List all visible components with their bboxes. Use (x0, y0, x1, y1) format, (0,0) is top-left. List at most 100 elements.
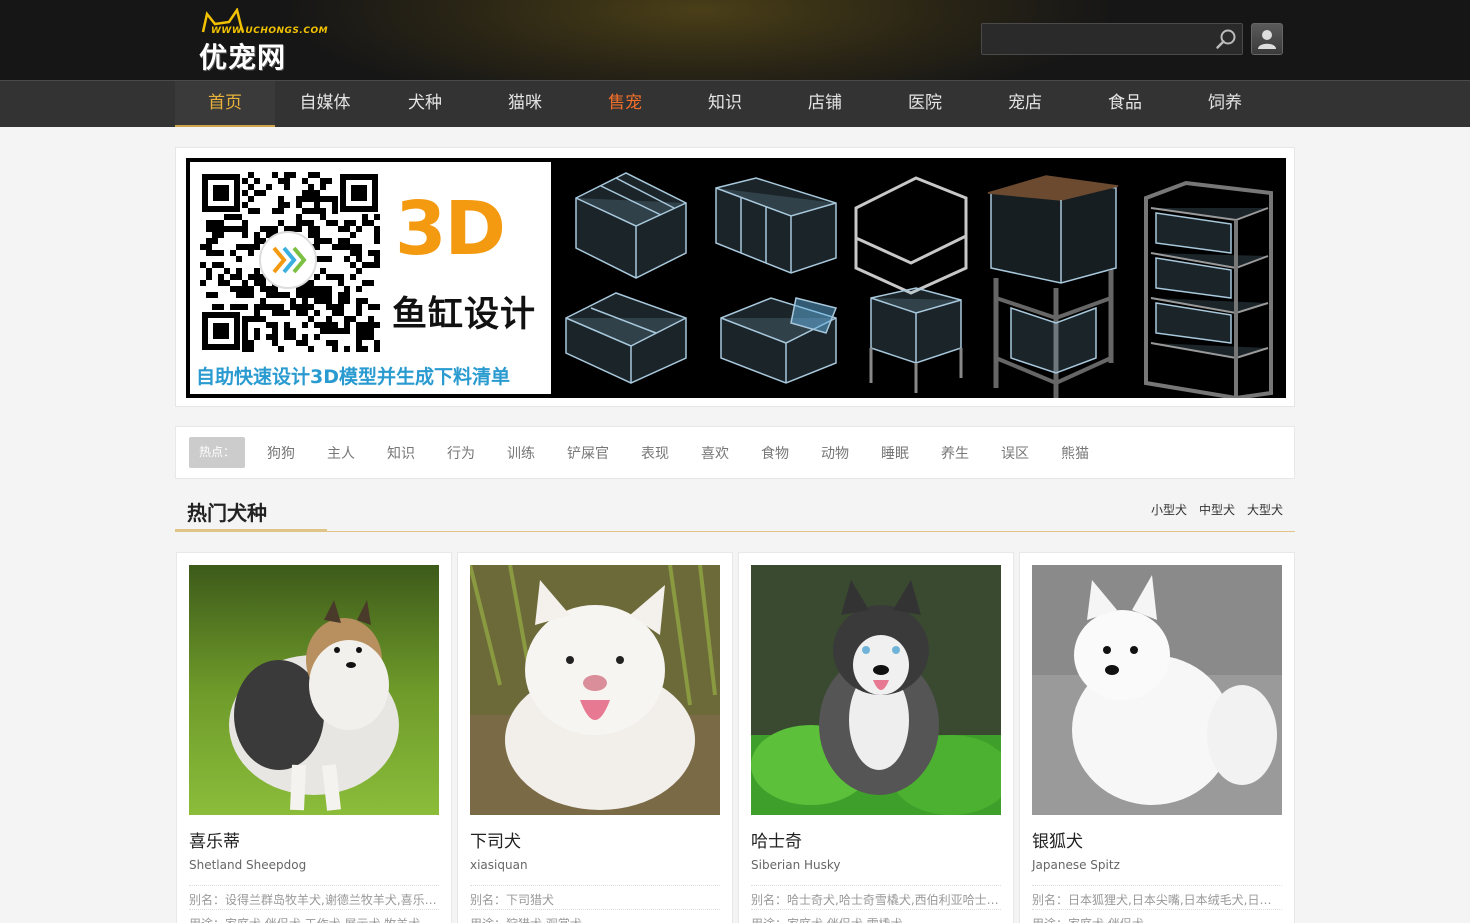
qr-module (326, 328, 332, 334)
qr-module (338, 310, 344, 316)
qr-module (350, 220, 356, 226)
hot-tag[interactable]: 误区 (1001, 443, 1029, 463)
breed-photo[interactable] (470, 565, 720, 815)
breed-name[interactable]: 银狐犬 (1032, 827, 1083, 852)
qr-module (308, 286, 314, 292)
user-button[interactable] (1251, 23, 1283, 55)
qr-module (314, 292, 320, 298)
nav-item-food[interactable]: 食品 (1075, 81, 1175, 127)
nav-item-media[interactable]: 自媒体 (275, 81, 375, 127)
qr-module (308, 190, 314, 196)
nav-item-shops[interactable]: 店铺 (775, 81, 875, 127)
breed-name[interactable]: 喜乐蒂 (189, 827, 240, 852)
qr-module (212, 238, 218, 244)
qr-module (206, 250, 212, 256)
nav-item-knowledge[interactable]: 知识 (675, 81, 775, 127)
qr-module (284, 184, 290, 190)
qr-module (314, 244, 320, 250)
hot-tag[interactable]: 睡眠 (881, 443, 909, 463)
filter-medium-dogs[interactable]: 中型犬 (1199, 501, 1235, 518)
filter-large-dogs[interactable]: 大型犬 (1247, 501, 1283, 518)
hot-tag[interactable]: 铲屎官 (567, 443, 609, 463)
hot-tag[interactable]: 狗狗 (267, 443, 295, 463)
qr-module (308, 196, 314, 202)
breed-card[interactable]: 喜乐蒂 Shetland Sheepdog 别名：设得兰群岛牧羊犬,谢德兰牧羊犬… (176, 552, 452, 923)
qr-module (374, 226, 380, 232)
qr-module (212, 292, 218, 298)
hot-tag[interactable]: 表现 (641, 443, 669, 463)
breed-photo[interactable] (189, 565, 439, 815)
nav-item-pet-stores[interactable]: 宠店 (975, 81, 1075, 127)
qr-module (230, 214, 236, 220)
qr-module (212, 226, 218, 232)
qr-module (350, 250, 356, 256)
qr-module (236, 268, 242, 274)
breed-card[interactable]: 银狐犬 Japanese Spitz 别名：日本狐狸犬,日本尖嘴,日本绒毛犬,日… (1019, 552, 1295, 923)
hot-tag[interactable]: 动物 (821, 443, 849, 463)
nav-item-home[interactable]: 首页 (175, 81, 275, 127)
breed-photo[interactable] (1032, 565, 1282, 815)
hot-tag[interactable]: 熊猫 (1061, 443, 1089, 463)
hot-tag[interactable]: 行为 (447, 443, 475, 463)
qr-module (368, 316, 374, 322)
qr-module (344, 226, 350, 232)
qr-module (218, 232, 224, 238)
qr-module (362, 262, 368, 268)
qr-module (356, 328, 362, 334)
qr-module (260, 316, 266, 322)
search-button[interactable] (1212, 26, 1240, 52)
breed-card[interactable]: 下司犬 xiasiquan 别名：下司猎犬 用途：狩猎犬,观赏犬 (457, 552, 733, 923)
qr-module (272, 334, 278, 340)
banner-container: 3D 鱼缸设计 自助快速设计3D模型并生成下料清单 (175, 147, 1295, 407)
qr-module (332, 208, 338, 214)
qr-module (296, 340, 302, 346)
qr-module (308, 232, 314, 238)
breed-photo[interactable] (751, 565, 1001, 815)
hot-tag[interactable]: 食物 (761, 443, 789, 463)
hot-tag[interactable]: 喜欢 (701, 443, 729, 463)
qr-module (308, 280, 314, 286)
qr-module (278, 202, 284, 208)
qr-module (284, 178, 290, 184)
qr-module (326, 286, 332, 292)
qr-module (284, 328, 290, 334)
qr-module (254, 310, 260, 316)
qr-module (266, 226, 272, 232)
ad-banner[interactable]: 3D 鱼缸设计 自助快速设计3D模型并生成下料清单 (186, 158, 1286, 398)
qr-module (278, 208, 284, 214)
nav-item-pet-sale[interactable]: 售宠 (575, 81, 675, 127)
nav-item-cats[interactable]: 猫咪 (475, 81, 575, 127)
qr-module (218, 280, 224, 286)
qr-module (302, 340, 308, 346)
nav-item-hospitals[interactable]: 医院 (875, 81, 975, 127)
breed-name[interactable]: 哈士奇 (751, 827, 802, 852)
hot-tag[interactable]: 训练 (507, 443, 535, 463)
banner-promo-panel: 3D 鱼缸设计 自助快速设计3D模型并生成下料清单 (190, 162, 551, 394)
hot-tag[interactable]: 知识 (387, 443, 415, 463)
search-input[interactable] (986, 27, 1208, 51)
hot-tag[interactable]: 养生 (941, 443, 969, 463)
site-logo[interactable]: WWW.UCHONGS.COM 优宠网 (199, 8, 328, 74)
qr-module (350, 316, 356, 322)
qr-code-icon (200, 172, 380, 352)
qr-module (206, 292, 212, 298)
qr-module (308, 226, 314, 232)
filter-small-dogs[interactable]: 小型犬 (1151, 501, 1187, 518)
qr-module (332, 304, 338, 310)
section-title-underline (175, 529, 327, 532)
qr-module (356, 346, 362, 352)
qr-module (272, 292, 278, 298)
qr-module (278, 178, 284, 184)
qr-module (344, 244, 350, 250)
qr-module (212, 304, 218, 310)
qr-module (368, 322, 374, 328)
hot-tag[interactable]: 主人 (327, 443, 355, 463)
qr-module (374, 232, 380, 238)
nav-item-dog-breeds[interactable]: 犬种 (375, 81, 475, 127)
breed-card[interactable]: 哈士奇 Siberian Husky 别名：哈士奇犬,哈士奇雪橇犬,西伯利亚哈士… (738, 552, 1014, 923)
nav-item-feeding[interactable]: 饲养 (1175, 81, 1275, 127)
qr-module (290, 304, 296, 310)
qr-module (242, 178, 248, 184)
qr-module (326, 256, 332, 262)
breed-name[interactable]: 下司犬 (470, 827, 521, 852)
